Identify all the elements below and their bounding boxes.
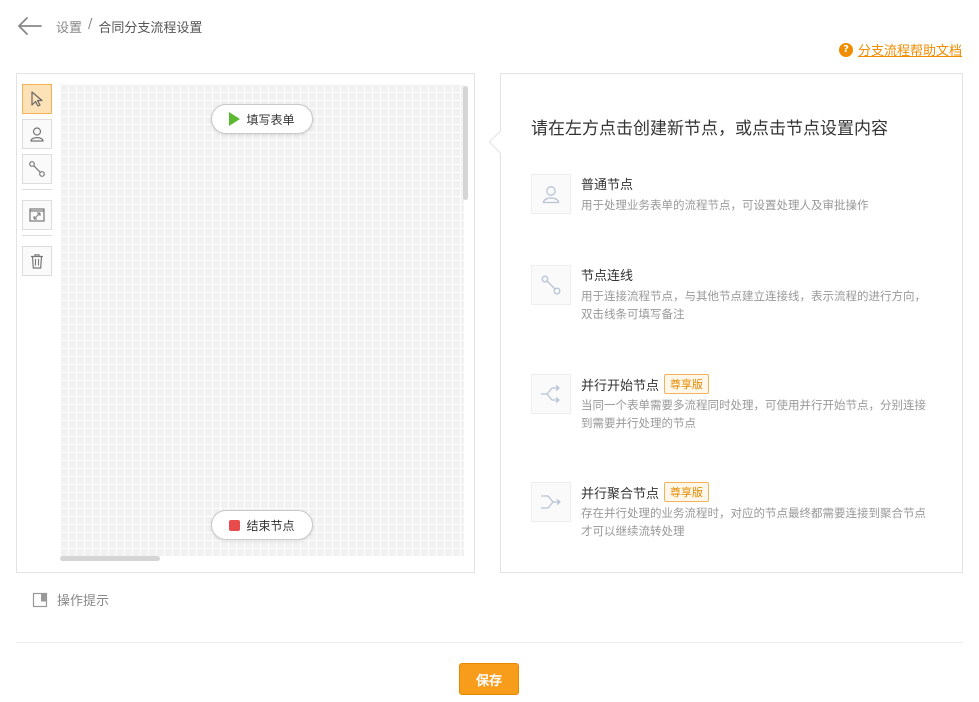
canvas-toolbar xyxy=(22,84,52,281)
back-arrow-icon[interactable] xyxy=(16,15,42,37)
info-item-name-text: 普通节点 xyxy=(581,178,634,193)
operation-hint[interactable]: 操作提示 xyxy=(32,590,109,609)
breadcrumb-separator: / xyxy=(88,17,93,32)
user-node-icon xyxy=(30,127,44,142)
merge-icon xyxy=(531,482,571,522)
breadcrumb-current: 合同分支流程设置 xyxy=(98,21,203,36)
footer-divider xyxy=(16,642,963,643)
end-node-label: 结束节点 xyxy=(246,518,295,533)
help-doc-link[interactable]: ? 分支流程帮助文档 xyxy=(838,40,962,59)
fit-view-tool-button[interactable] xyxy=(22,200,52,230)
info-title: 请在左方点击创建新节点，或点击节点设置内容 xyxy=(531,119,888,139)
info-item-name-text: 并行开始节点 xyxy=(581,378,660,394)
node-info-panel: 请在左方点击创建新节点，或点击节点设置内容 普通节点 用于处理业务表单的流程节点… xyxy=(488,73,963,573)
toolbar-divider xyxy=(22,189,52,190)
info-item-name-text: 并行聚合节点 xyxy=(581,486,660,502)
toolbar-divider xyxy=(22,235,52,236)
premium-badge: 尊享版 xyxy=(664,482,710,502)
info-item-name-text: 节点连线 xyxy=(581,269,634,284)
split-icon xyxy=(531,374,571,414)
flow-grid-canvas[interactable]: 填写表单 结束节点 xyxy=(60,84,464,556)
premium-badge: 尊享版 xyxy=(664,374,710,394)
trash-icon xyxy=(31,254,43,269)
breadcrumb: 设置 / 合同分支流程设置 xyxy=(56,17,202,36)
vertical-scrollbar[interactable] xyxy=(463,86,468,200)
play-icon xyxy=(229,112,241,126)
stop-icon xyxy=(229,519,241,531)
end-node[interactable]: 结束节点 xyxy=(211,510,313,540)
info-item-name: 普通节点 xyxy=(581,174,633,193)
info-item-name: 并行开始节点 尊享版 xyxy=(581,374,710,394)
user-node-tool-button[interactable] xyxy=(22,119,52,149)
connector-tool-button[interactable] xyxy=(22,154,52,184)
connector-icon xyxy=(531,265,571,305)
breadcrumb-root[interactable]: 设置 xyxy=(56,17,82,36)
pointer-icon xyxy=(31,91,43,107)
help-icon: ? xyxy=(838,42,853,57)
start-node-label: 填写表单 xyxy=(246,112,295,127)
info-item-desc: 当同一个表单需要多流程同时处理，可使用并行开始节点，分别连接到需要并行处理的节点 xyxy=(581,398,926,430)
info-item-desc: 用于连接流程节点，与其他节点建立连接线，表示流程的进行方向，双击线条可填写备注 xyxy=(581,289,926,321)
info-item-name: 节点连线 xyxy=(581,265,633,284)
flow-canvas-panel: 填写表单 结束节点 xyxy=(16,73,475,573)
info-item-desc: 存在并行处理的业务流程时，对应的节点最终都需要连接到聚合节点才可以继续流转处理 xyxy=(581,506,926,538)
info-item-desc: 用于处理业务表单的流程节点，可设置处理人及审批操作 xyxy=(581,198,869,212)
start-node[interactable]: 填写表单 xyxy=(211,104,313,134)
horizontal-scrollbar[interactable] xyxy=(60,556,160,561)
info-item-name: 并行聚合节点 尊享版 xyxy=(581,482,710,502)
user-icon xyxy=(531,174,571,214)
panel-caret xyxy=(488,130,512,154)
operation-hint-label: 操作提示 xyxy=(57,594,110,609)
pointer-tool-button[interactable] xyxy=(22,84,52,114)
delete-tool-button[interactable] xyxy=(22,246,52,276)
connector-icon xyxy=(29,161,45,177)
save-button[interactable]: 保存 xyxy=(459,663,519,695)
help-doc-label: 分支流程帮助文档 xyxy=(857,44,962,59)
fit-view-icon xyxy=(29,208,45,222)
book-icon xyxy=(32,592,48,607)
